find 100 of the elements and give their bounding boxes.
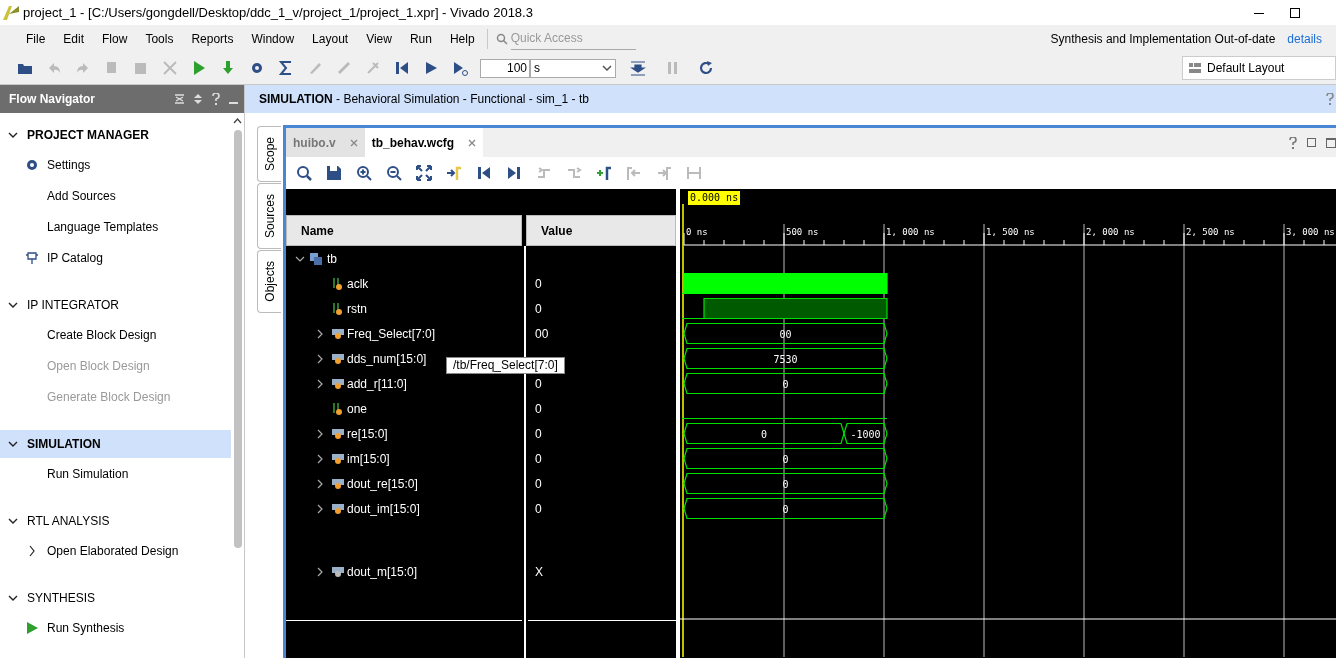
layout-dropdown[interactable]: Default Layout [1182, 56, 1336, 80]
gear-icon [25, 157, 39, 172]
signal-name[interactable]: add_r[11:0] [347, 374, 407, 393]
section-header[interactable]: IP INTEGRATOR [0, 291, 231, 319]
time-unit-dropdown[interactable]: s [530, 58, 616, 78]
details-link[interactable]: details [1287, 29, 1322, 48]
tree-item[interactable]: tb [286, 246, 522, 271]
settings-icon[interactable] [249, 60, 265, 76]
menu-item[interactable]: Layout [303, 29, 358, 48]
search-icon[interactable] [296, 165, 312, 181]
signal-name[interactable]: Freq_Select[7:0] [347, 324, 436, 343]
chevron-icon[interactable] [8, 439, 18, 449]
bus-value: 0 [782, 478, 789, 490]
menu-item[interactable]: Flow [93, 29, 137, 48]
previous-marker-icon[interactable] [626, 165, 642, 181]
signal-name[interactable]: re[15:0] [347, 424, 388, 443]
menu-item[interactable]: Help [440, 29, 484, 48]
maximize-icon[interactable] [1326, 137, 1336, 148]
editor-tab[interactable]: tb_behav.wcfg [364, 128, 484, 157]
time-tick-label: 0 ns [686, 227, 708, 237]
column-header[interactable]: Name [286, 215, 522, 246]
save-icon[interactable] [326, 165, 342, 181]
window-title: project_1 - [C:/Users/gongdell/Desktop/ddc_1_v/project_1/project_1.xpr] - Vivado 2018.3 [23, 3, 533, 22]
scrollbar-thumb[interactable] [233, 130, 242, 548]
side-tab[interactable]: Scope [257, 126, 281, 183]
play-icon[interactable] [423, 60, 439, 76]
add-marker-icon[interactable] [596, 165, 612, 181]
help-icon[interactable] [212, 93, 220, 105]
section-header[interactable]: PROJECT MANAGER [0, 121, 231, 149]
help-icon[interactable] [1326, 93, 1334, 105]
menu-item[interactable]: View [357, 29, 401, 48]
caret-icon [602, 65, 612, 71]
zoom-in-icon[interactable] [356, 165, 372, 181]
close-icon[interactable] [468, 138, 477, 147]
signal-name[interactable]: dout_im[15:0] [347, 499, 420, 518]
signal-value: X [535, 563, 543, 581]
section-header[interactable]: SIMULATION [0, 430, 231, 458]
signal-name[interactable]: dout_re[15:0] [347, 474, 418, 493]
navigator-item[interactable]: Open Elaborated Design [0, 535, 231, 566]
navigator-item[interactable]: Settings [0, 149, 231, 180]
menu-item[interactable]: Window [242, 29, 304, 48]
collapse-all-icon[interactable] [175, 94, 184, 104]
section-header[interactable]: RTL ANALYSIS [0, 507, 231, 535]
column-header[interactable]: Value [526, 215, 676, 246]
signal-name[interactable]: one [347, 399, 368, 418]
go-to-cursor-icon[interactable] [446, 165, 462, 181]
signal-value: 0 [535, 500, 542, 518]
run-icon[interactable] [191, 60, 207, 76]
navigator-item[interactable]: IP Catalog [0, 242, 231, 273]
bus-value: 00 [779, 328, 792, 340]
sigma-icon[interactable] [278, 60, 294, 76]
side-tab[interactable]: Objects [257, 250, 281, 313]
navigator-item[interactable]: Run Synthesis [0, 612, 231, 643]
refresh-icon[interactable] [698, 60, 714, 76]
navigator-item[interactable]: Add Sources [0, 180, 231, 211]
menu-item[interactable]: File [17, 29, 55, 48]
quick-access-field[interactable]: Quick Access [510, 27, 636, 50]
chevron-icon[interactable] [8, 300, 18, 310]
navigator-item[interactable]: Create Block Design [0, 319, 231, 350]
bus-icon [332, 377, 344, 390]
signal-name[interactable]: im[15:0] [347, 449, 390, 468]
menu-item[interactable]: Reports [182, 29, 243, 48]
chevron-icon[interactable] [8, 593, 18, 603]
next-marker-icon[interactable] [656, 165, 672, 181]
section-header[interactable]: SYNTHESIS [0, 584, 231, 612]
zoom-out-icon[interactable] [386, 165, 402, 181]
menu-item[interactable]: Tools [136, 29, 183, 48]
step-down-icon[interactable] [630, 60, 646, 76]
run-for-icon[interactable] [452, 60, 468, 76]
go-to-start-icon[interactable] [476, 165, 492, 181]
bus-value: 0 [782, 503, 789, 515]
expand-icon[interactable] [194, 94, 202, 104]
signal-name[interactable]: rstn [347, 299, 367, 318]
navigator-item[interactable]: Language Templates [0, 211, 231, 242]
bus-value: 7530 [773, 353, 798, 365]
navigator-item[interactable]: Run Simulation [0, 458, 231, 489]
menu-item[interactable]: Edit [54, 29, 94, 48]
chevron-icon[interactable] [8, 516, 18, 526]
signal-value: 00 [535, 325, 549, 343]
bus-value: 0 [782, 378, 789, 390]
go-to-end-icon[interactable] [506, 165, 522, 181]
restore-icon[interactable] [1290, 7, 1300, 18]
menu-item[interactable]: Run [400, 29, 441, 48]
bus-icon [332, 352, 344, 365]
signal-value: 0 [535, 425, 542, 443]
side-tab[interactable]: Sources [257, 183, 281, 250]
chevron-icon[interactable] [8, 130, 18, 140]
download-icon[interactable] [220, 60, 236, 76]
signal-name[interactable]: aclk [347, 274, 369, 293]
scroll-up-icon[interactable] [233, 118, 242, 124]
close-icon[interactable] [349, 138, 358, 147]
signal-name[interactable]: dout_m[15:0] [347, 562, 418, 581]
run-time-field[interactable]: 100 [480, 58, 530, 78]
status-message: Synthesis and Implementation Out-of-date [1050, 30, 1276, 48]
signal-value: 0 [535, 275, 542, 293]
restart-icon[interactable] [394, 60, 410, 76]
zoom-fit-icon[interactable] [416, 165, 432, 181]
time-tick-label: 2, 000 ns [1086, 227, 1135, 237]
help-icon[interactable] [1289, 136, 1297, 149]
signal-name[interactable]: dds_num[15:0] [347, 349, 427, 368]
